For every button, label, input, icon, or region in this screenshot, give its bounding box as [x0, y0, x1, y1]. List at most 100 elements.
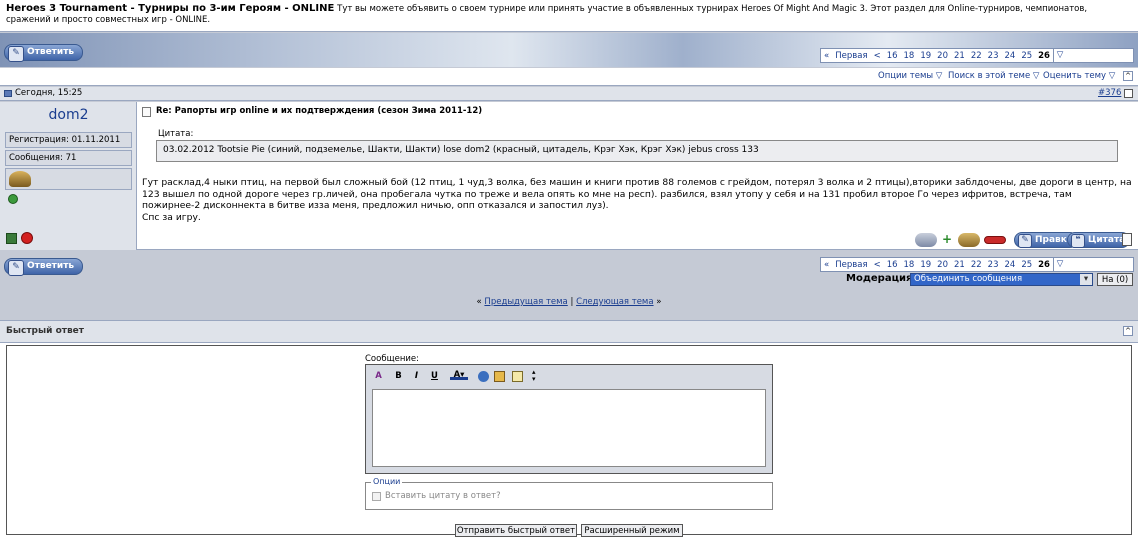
reply-icon: ✎ — [8, 260, 24, 276]
forum-title[interactable]: Heroes 3 Tournament - Турниры по 3-им Ге… — [6, 3, 334, 14]
add-reputation-icon[interactable]: + — [939, 233, 955, 247]
rank-action-icon[interactable] — [915, 233, 937, 247]
quick-reply-body: Сообщение: A B I U A▾ ▴ ▾ Опции Вставить … — [6, 345, 1132, 535]
forum-header: Heroes 3 Tournament - Турниры по 3-им Ге… — [0, 0, 1138, 32]
pager-page[interactable]: 16 — [884, 51, 901, 61]
pager-first[interactable]: Первая — [832, 51, 870, 61]
thread-tools-bar: Опции темы ▽ Поиск в этой теме ▽ Оценить… — [0, 68, 1138, 86]
pager-page[interactable]: 23 — [985, 260, 1002, 270]
reply-icon: ✎ — [8, 46, 24, 62]
editor-toolbar: A B I U A▾ ▴ ▾ — [370, 368, 770, 386]
thread-search-link[interactable]: Поиск в этой теме ▽ — [948, 71, 1039, 81]
image-icon[interactable] — [494, 371, 505, 382]
next-arrow-icon: » — [656, 297, 662, 307]
pager-top: « Первая < 16 18 19 20 21 22 23 24 25 26… — [820, 48, 1134, 63]
author-name[interactable]: dom2 — [0, 107, 137, 123]
pager-page[interactable]: 25 — [1018, 260, 1035, 270]
pager-first-arrow-icon[interactable]: « — [821, 51, 832, 61]
underline-icon[interactable]: U — [428, 370, 441, 383]
post-status-icon — [4, 90, 12, 97]
submit-quick-reply-button[interactable]: Отправить быстрый ответ — [455, 524, 577, 537]
minus-reputation-icon[interactable] — [984, 236, 1006, 244]
resize-icon[interactable]: ▴ ▾ — [532, 369, 536, 383]
collapse-icon[interactable]: ^ — [1123, 71, 1133, 81]
pager-dropdown-icon[interactable]: ▽ — [1052, 49, 1066, 62]
pager-page[interactable]: 22 — [968, 260, 985, 270]
thread-rate-link[interactable]: Оценить тему ▽ — [1043, 71, 1115, 81]
reply-button-bottom[interactable]: ✎ Ответить — [4, 258, 84, 276]
pager-page[interactable]: 25 — [1018, 51, 1035, 61]
italic-icon[interactable]: I — [410, 370, 423, 383]
message-count: Сообщения: 71 — [5, 150, 132, 166]
text-color-icon[interactable]: A▾ — [450, 370, 468, 380]
pager-page[interactable]: 21 — [951, 51, 968, 61]
pager-page[interactable]: 23 — [985, 51, 1002, 61]
link-icon[interactable] — [478, 371, 489, 382]
banner: ✎ Ответить « Первая < 16 18 19 20 21 22 … — [0, 33, 1138, 67]
pager-prev[interactable]: < — [871, 51, 884, 61]
registration-date: Регистрация: 01.11.2011 — [5, 132, 132, 148]
next-thread-link[interactable]: Следующая тема — [576, 297, 654, 307]
pager-page[interactable]: 18 — [901, 260, 918, 270]
edit-icon: ✎ — [1018, 234, 1032, 248]
message-textarea[interactable] — [372, 389, 766, 467]
pager-bottom: « Первая < 16 18 19 20 21 22 23 24 25 26… — [820, 257, 1134, 272]
post-date: Сегодня, 15:25 — [15, 88, 83, 98]
pager-page[interactable]: 22 — [968, 51, 985, 61]
post-select-checkbox[interactable] — [1124, 89, 1133, 98]
pager-first-arrow-icon[interactable]: « — [821, 260, 832, 270]
post-header-bar: Сегодня, 15:25 #376 — [0, 87, 1138, 101]
quick-reply-panel: Быстрый ответ ^ Сообщение: A B I U A▾ ▴ ▾… — [0, 320, 1138, 543]
advanced-mode-button[interactable]: Расширенный режим — [581, 524, 683, 537]
user-sidebar: dom2 Регистрация: 01.11.2011 Сообщения: … — [0, 102, 137, 250]
pager-page[interactable]: 21 — [951, 260, 968, 270]
pager-page[interactable]: 18 — [901, 51, 918, 61]
pager-page[interactable]: 20 — [934, 260, 951, 270]
moderation-label: Модерация — [846, 273, 913, 284]
nav-separator: | — [570, 297, 574, 307]
reply-button-top[interactable]: ✎ Ответить — [4, 44, 84, 62]
quick-reply-header: Быстрый ответ ^ — [0, 321, 1138, 343]
pager-page[interactable]: 19 — [917, 51, 934, 61]
thread-options-link[interactable]: Опции темы ▽ — [878, 71, 942, 81]
remove-format-icon[interactable]: A — [372, 370, 385, 383]
pager-page[interactable]: 24 — [1001, 260, 1018, 270]
bold-icon[interactable]: B — [392, 370, 405, 383]
user-online-icon[interactable] — [6, 233, 17, 244]
pager-page[interactable]: 19 — [917, 260, 934, 270]
pager-prev[interactable]: < — [871, 260, 884, 270]
pager-page[interactable]: 24 — [1001, 51, 1018, 61]
quote-tag-icon[interactable] — [512, 371, 523, 382]
quote-label: Цитата: — [158, 129, 194, 139]
pager-dropdown-icon[interactable]: ▽ — [1052, 258, 1066, 271]
editor: A B I U A▾ ▴ ▾ — [365, 364, 773, 474]
pager-first[interactable]: Первая — [832, 260, 870, 270]
quote-checkbox[interactable] — [372, 492, 381, 501]
post-body-text: Гут расклад,4 ныки птиц, на первой был с… — [142, 177, 1132, 211]
message-label: Сообщение: — [365, 354, 419, 364]
quote-button[interactable]: ❝ Цитата — [1067, 232, 1131, 248]
quote-icon: ❝ — [1071, 234, 1085, 248]
multiquote-icon[interactable] — [1122, 233, 1132, 246]
options-legend: Опции — [371, 477, 403, 486]
rank-badge — [5, 168, 132, 190]
quick-reply-title: Быстрый ответ — [6, 326, 84, 336]
pager-page[interactable]: 20 — [934, 51, 951, 61]
select-arrow-icon: ▾ — [1080, 274, 1092, 285]
post-title: Re: Рапорты игр online и их подтверждени… — [156, 106, 483, 116]
prev-thread-link[interactable]: Предыдущая тема — [484, 297, 567, 307]
collapse-icon[interactable]: ^ — [1123, 326, 1133, 336]
post: dom2 Регистрация: 01.11.2011 Сообщения: … — [0, 102, 1138, 250]
pager-page[interactable]: 16 — [884, 260, 901, 270]
moderation-go-button[interactable]: На (0) — [1097, 273, 1133, 286]
quote-text: 03.02.2012 Tootsie Pie (синий, подземель… — [163, 145, 759, 155]
post-body-text-2: Спс за игру. — [142, 211, 201, 223]
thanks-icon[interactable] — [958, 233, 980, 247]
post-number-link[interactable]: #376 — [1098, 87, 1121, 100]
moderation-select[interactable]: Объединить сообщения ▾ — [910, 273, 1093, 286]
reputation-icon — [8, 194, 18, 204]
pager-current-page: 26 — [1038, 50, 1050, 61]
pager-current-page: 26 — [1038, 259, 1050, 270]
report-icon[interactable] — [21, 232, 33, 244]
quote-checkbox-label: Вставить цитату в ответ? — [385, 491, 501, 501]
